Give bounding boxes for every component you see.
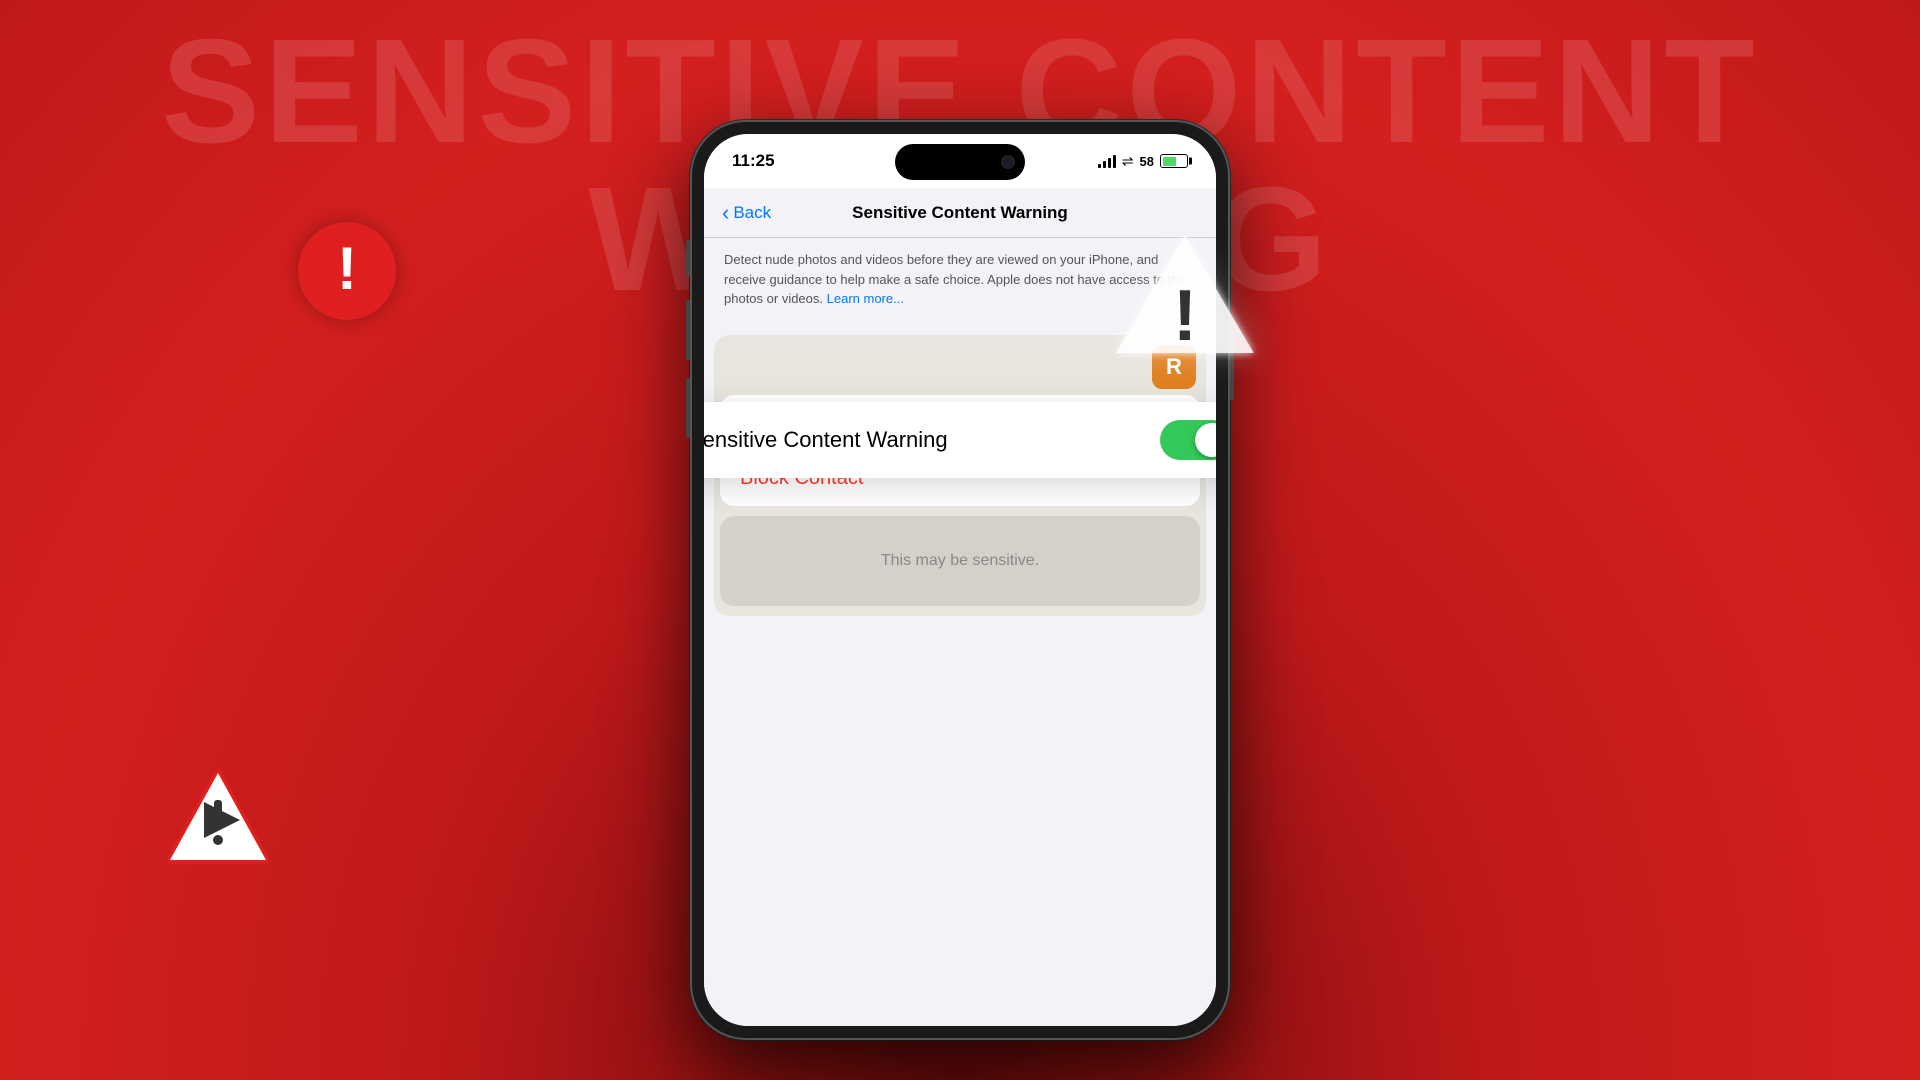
- toggle-card: Sensitive Content Warning: [704, 402, 1216, 478]
- status-bar: 11:25 ⇌ 58: [704, 134, 1216, 188]
- signal-strength-icon: [1098, 154, 1116, 168]
- toggle-label: Sensitive Content Warning: [704, 427, 948, 453]
- back-button[interactable]: ‹ Back: [722, 200, 771, 226]
- dynamic-island: [895, 144, 1025, 180]
- mute-button: [686, 240, 690, 276]
- back-label[interactable]: Back: [733, 203, 771, 223]
- status-time: 11:25: [732, 151, 775, 171]
- nav-title: Sensitive Content Warning: [852, 203, 1068, 223]
- warning-play-icon: [168, 770, 268, 870]
- warning-circle-left: !: [298, 222, 396, 320]
- volume-up-button: [686, 300, 690, 360]
- battery-icon: [1160, 154, 1188, 168]
- toggle-knob: [1195, 423, 1216, 457]
- wifi-icon: ⇌: [1122, 153, 1134, 170]
- front-camera: [1001, 155, 1015, 169]
- sensitive-content-toggle[interactable]: [1160, 420, 1216, 460]
- status-icons: ⇌ 58: [1098, 153, 1188, 170]
- sensitive-content-text: This may be sensitive.: [881, 552, 1039, 570]
- battery-fill: [1163, 157, 1177, 166]
- chevron-left-icon: ‹: [722, 200, 729, 226]
- exclamation-icon: !: [337, 239, 357, 299]
- svg-text:!: !: [1173, 276, 1197, 356]
- battery-percent: 58: [1140, 154, 1154, 169]
- volume-down-button: [686, 378, 690, 438]
- blurred-content: This may be sensitive.: [720, 516, 1200, 606]
- learn-more-link[interactable]: Learn more...: [827, 291, 904, 306]
- warning-triangle-right: !: [1110, 230, 1260, 360]
